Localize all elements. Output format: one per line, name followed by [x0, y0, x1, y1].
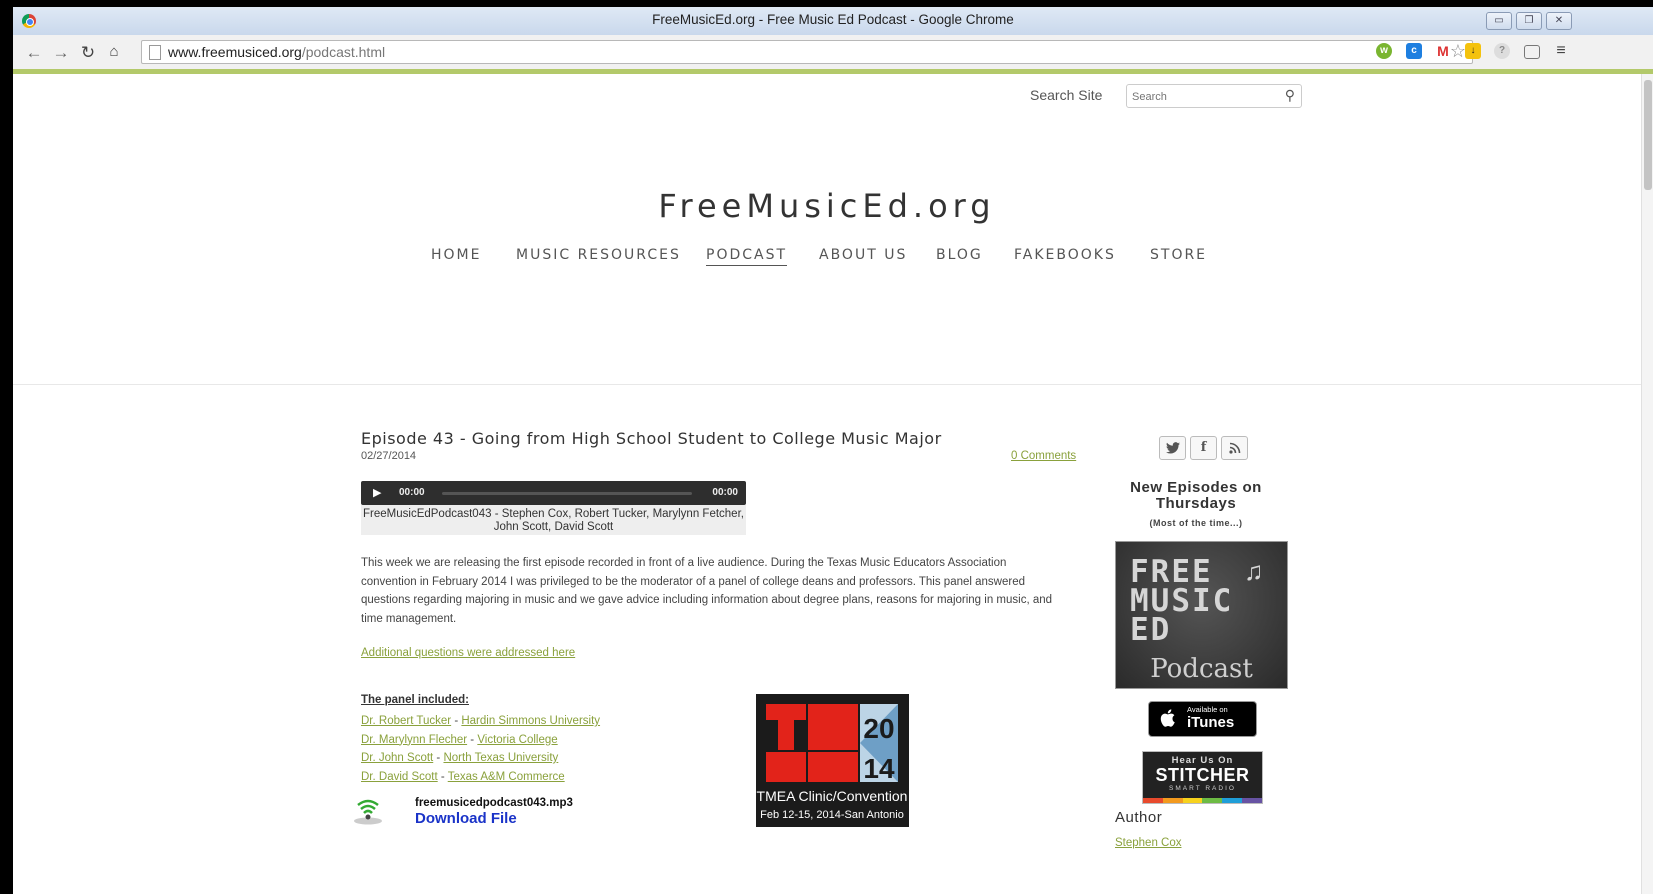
duration: 00:00 — [712, 487, 738, 498]
restore-button[interactable]: ❐ — [1516, 12, 1542, 30]
reload-icon[interactable]: ↻ — [77, 43, 99, 63]
additional-questions-link[interactable]: Additional questions were addressed here — [361, 647, 575, 659]
year-bottom-text: 14 — [863, 753, 895, 784]
browser-window: FreeMusicEd.org - Free Music Ed Podcast … — [13, 7, 1653, 894]
facebook-icon[interactable]: f — [1190, 436, 1217, 460]
page-icon — [149, 45, 161, 60]
web-page: Search Site ⚲ FreeMusicEd.org HOME MUSIC… — [13, 74, 1641, 894]
scrollbar-thumb[interactable] — [1644, 80, 1652, 190]
school-link[interactable]: Victoria College — [477, 734, 557, 746]
panelist-link[interactable]: Dr. John Scott — [361, 752, 433, 764]
sidebar-subheading: (Most of the time...) — [1149, 518, 1243, 528]
header-divider — [13, 384, 1641, 385]
panelist-link[interactable]: Dr. Marylynn Flecher — [361, 734, 467, 746]
nav-music-resources[interactable]: MUSIC RESOURCES — [516, 247, 681, 263]
nav-podcast[interactable]: PODCAST — [706, 247, 788, 266]
url-text[interactable]: www.freemusiced.org/podcast.html — [168, 44, 385, 60]
menu-icon[interactable]: ≡ — [1553, 43, 1569, 59]
list-item: Dr. Marylynn Flecher - Victoria College — [361, 733, 558, 746]
itunes-badge[interactable]: Available on iTunes — [1148, 701, 1257, 737]
page-scrollbar[interactable] — [1641, 74, 1653, 894]
year-top-text: 20 — [863, 713, 894, 744]
panel-heading: The panel included: — [361, 694, 469, 706]
school-link[interactable]: Texas A&M Commerce — [448, 771, 565, 783]
comments-link[interactable]: 0 Comments — [1011, 450, 1076, 462]
rss-feed-icon — [1228, 442, 1240, 454]
site-title[interactable]: FreeMusicEd.org — [13, 187, 1641, 225]
panel-list: Dr. Robert Tucker - Hardin Simmons Unive… — [361, 712, 600, 786]
seek-bar[interactable] — [442, 492, 692, 495]
stitcher-badge[interactable]: Hear Us On STITCHER SMART RADIO — [1142, 751, 1263, 804]
list-item: Dr. John Scott - North Texas University — [361, 752, 559, 764]
itunes-big-text: iTunes — [1187, 714, 1235, 731]
minimize-button[interactable]: ▭ — [1486, 12, 1512, 30]
nav-home[interactable]: HOME — [431, 247, 481, 263]
itunes-small-text: Available on — [1187, 705, 1228, 714]
post-title[interactable]: Episode 43 - Going from High School Stud… — [361, 429, 942, 448]
tmea-convention-image: 20 14 TMEA Clinic/Convention Feb 12-15, … — [756, 694, 909, 827]
panelist-link[interactable]: Dr. David Scott — [361, 771, 438, 783]
stitcher-line3: SMART RADIO — [1169, 785, 1236, 792]
gmail-icon[interactable]: M — [1435, 43, 1451, 59]
author-link[interactable]: Stephen Cox — [1115, 837, 1182, 849]
search-icon[interactable]: ⚲ — [1285, 87, 1295, 104]
rss-icon[interactable] — [1221, 436, 1248, 460]
nav-blog[interactable]: BLOG — [936, 247, 983, 263]
main-nav: HOME MUSIC RESOURCES PODCAST ABOUT US BL… — [431, 247, 1251, 267]
stitcher-line2: STITCHER — [1155, 765, 1250, 785]
music-note-icon: ♫ — [1244, 556, 1264, 586]
title-bar: FreeMusicEd.org - Free Music Ed Podcast … — [13, 7, 1653, 35]
tmea-date-text: Feb 12-15, 2014-San Antonio — [760, 809, 904, 821]
download-file-link[interactable]: Download File — [415, 810, 517, 827]
school-link[interactable]: North Texas University — [443, 752, 558, 764]
list-item: Dr. Robert Tucker - Hardin Simmons Unive… — [361, 715, 601, 727]
stitcher-stripes — [1143, 798, 1262, 803]
nav-fakebooks[interactable]: FAKEBOOKS — [1014, 247, 1116, 263]
close-window-button[interactable]: ✕ — [1546, 12, 1572, 30]
podcast-artwork[interactable]: FREE MUSIC ED ♫ Podcast — [1115, 541, 1288, 689]
twitter-icon[interactable] — [1159, 436, 1186, 460]
nav-about-us[interactable]: ABOUT US — [819, 247, 907, 263]
panelist-link[interactable]: Dr. Robert Tucker — [361, 715, 451, 727]
audio-caption: FreeMusicEdPodcast043 - Stephen Cox, Rob… — [361, 505, 746, 535]
play-icon[interactable]: ▶ — [373, 486, 381, 499]
tmea-title-text: TMEA Clinic/Convention — [757, 788, 908, 804]
search-label: Search Site — [1030, 87, 1103, 103]
home-icon[interactable]: ⌂ — [103, 43, 125, 60]
audio-file-icon — [354, 799, 382, 825]
post-body: This week we are releasing the first epi… — [361, 557, 1053, 625]
download-filename: freemusicedpodcast043.mp3 — [415, 797, 573, 809]
author-heading: Author — [1115, 809, 1163, 826]
browser-toolbar: ← → ↻ ⌂ www.freemusiced.org/podcast.html… — [13, 35, 1653, 70]
twitter-bird-icon — [1165, 442, 1180, 454]
tmea-logo-graphic: 20 14 TMEA Clinic/Convention Feb 12-15, … — [757, 704, 908, 821]
bookmark-star-icon[interactable]: ☆ — [1450, 41, 1466, 62]
current-time: 00:00 — [399, 487, 425, 498]
audio-player: ▶ 00:00 00:00 — [361, 481, 746, 505]
apple-icon — [1160, 709, 1175, 727]
forward-icon[interactable]: → — [50, 43, 72, 63]
school-link[interactable]: Hardin Simmons University — [461, 715, 600, 727]
back-icon[interactable]: ← — [23, 43, 45, 63]
sidebar-heading: New Episodes on Thursdays — [1130, 479, 1262, 512]
window-title: FreeMusicEd.org - Free Music Ed Podcast … — [652, 12, 1014, 27]
nav-store[interactable]: STORE — [1150, 247, 1207, 263]
search-input[interactable] — [1130, 87, 1274, 107]
extension-grey-icon[interactable]: ? — [1494, 43, 1510, 59]
podcast-art-label: Podcast — [1150, 654, 1253, 684]
podcast-art-words: FREE MUSIC ED — [1130, 554, 1234, 648]
list-item: Dr. David Scott - Texas A&M Commerce — [361, 770, 565, 783]
cast-icon[interactable] — [1524, 45, 1540, 59]
address-bar[interactable]: www.freemusiced.org/podcast.html ☆ — [141, 40, 1473, 64]
post-date: 02/27/2014 — [361, 450, 417, 462]
extension-blue-icon[interactable]: c — [1406, 43, 1422, 59]
extension-yellow-icon[interactable]: ↓ — [1465, 43, 1481, 59]
extension-w-icon[interactable]: w — [1376, 43, 1392, 59]
search-box[interactable]: ⚲ — [1126, 84, 1302, 108]
